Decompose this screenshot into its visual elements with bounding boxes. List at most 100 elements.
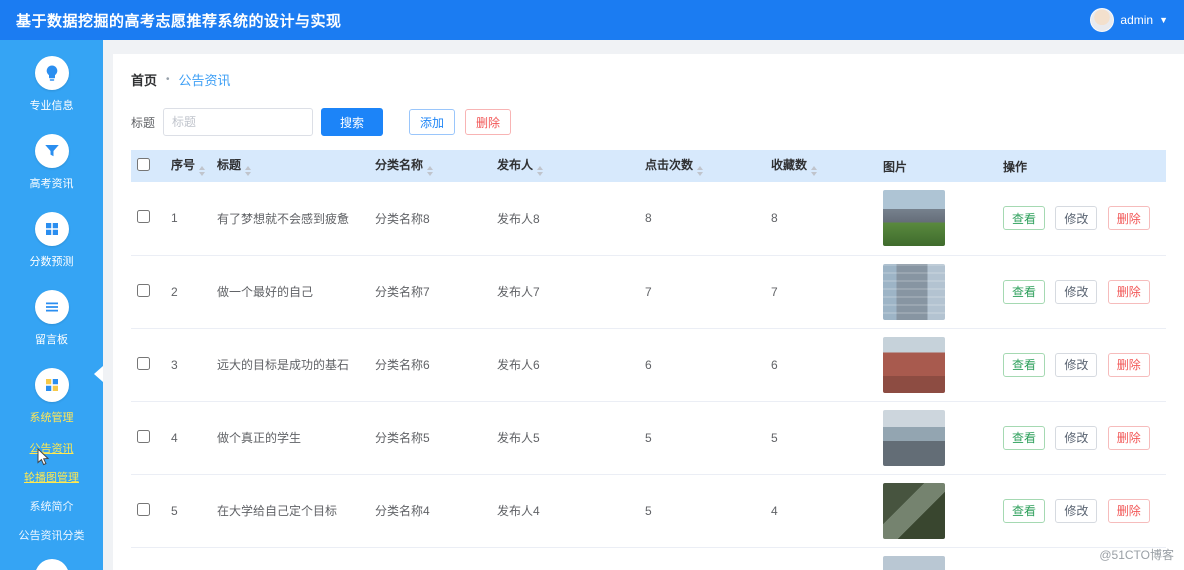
row-publisher: 发布人6 [491, 328, 639, 402]
content-card: 首页 • 公告资讯 标题 搜索 添加 删除 [113, 54, 1184, 570]
sidebar-item-message-board[interactable]: 留言板 [34, 290, 69, 347]
row-favorites: 4 [765, 474, 877, 548]
delete-selected-button[interactable]: 删除 [465, 109, 512, 135]
sort-icon[interactable] [811, 166, 818, 176]
row-index: 4 [165, 401, 211, 475]
page-title: 基于数据挖掘的高考志愿推荐系统的设计与实现 [16, 12, 342, 30]
row-clicks [639, 547, 765, 570]
announcements-table: 序号 标题 分类名称 发布人 点击次数 收藏数 图片 操作 1 有了梦想就不会感… [131, 150, 1166, 570]
edit-button[interactable]: 修改 [1055, 352, 1098, 377]
sidebar-submenu: 公告资讯 轮播图管理 系统简介 公告资讯分类 [19, 440, 85, 543]
search-button[interactable]: 搜索 [321, 108, 384, 136]
row-clicks: 6 [639, 328, 765, 402]
row-index: 1 [165, 182, 211, 256]
row-delete-button[interactable]: 删除 [1107, 498, 1150, 523]
row-delete-button[interactable]: 删除 [1107, 279, 1150, 304]
column-header-category: 分类名称 [369, 150, 491, 182]
column-header-publisher: 发布人 [491, 150, 639, 182]
row-checkbox[interactable] [137, 356, 150, 370]
row-image [883, 336, 945, 393]
row-clicks: 8 [639, 182, 765, 256]
view-button[interactable]: 查看 [1003, 498, 1046, 523]
user-avatar [1090, 8, 1115, 32]
table-row: 2 做一个最好的自己 分类名称7 发布人7 7 7 查看 修改 删除 [131, 255, 1166, 329]
row-image [883, 190, 945, 247]
add-button[interactable]: 添加 [409, 109, 456, 135]
view-button[interactable]: 查看 [1003, 352, 1046, 377]
view-button[interactable]: 查看 [1003, 279, 1046, 304]
edit-button[interactable]: 修改 [1055, 206, 1098, 231]
row-title [211, 547, 369, 570]
sidebar-item-major-info[interactable]: 专业信息 [30, 56, 74, 113]
sort-icon[interactable] [537, 166, 544, 176]
top-header: 基于数据挖掘的高考志愿推荐系统的设计与实现 admin ▼ [0, 0, 1184, 40]
sidebar-collapse-arrow[interactable] [94, 366, 103, 382]
chevron-down-icon: ▼ [1159, 14, 1168, 25]
table-row: 3 远大的目标是成功的基石 分类名称6 发布人6 6 6 查看 修改 删除 [131, 328, 1166, 402]
row-title: 远大的目标是成功的基石 [211, 328, 369, 402]
sidebar-item-label: 高考资讯 [29, 178, 74, 190]
bulb-icon [34, 56, 69, 90]
sidebar-item-score-predict[interactable]: 分数预测 [30, 212, 74, 269]
column-header-image: 图片 [877, 150, 997, 182]
sidebar-subitem-system-intro[interactable]: 系统简介 [30, 498, 74, 514]
row-checkbox[interactable] [137, 283, 150, 297]
table-row: 5 在大学给自己定个目标 分类名称4 发布人4 5 4 查看 修改 删除 [131, 474, 1166, 548]
sidebar-subitem-carousel[interactable]: 轮播图管理 [24, 469, 79, 485]
row-checkbox[interactable] [137, 502, 150, 516]
row-favorites: 7 [765, 255, 877, 329]
row-publisher [491, 547, 639, 570]
sidebar-item-system-manage[interactable]: 系统管理 [30, 368, 74, 425]
row-index [165, 547, 211, 570]
sidebar-item-label: 留言板 [35, 334, 68, 346]
row-clicks: 7 [639, 255, 765, 329]
edit-button[interactable]: 修改 [1055, 498, 1098, 523]
view-button[interactable]: 查看 [1003, 206, 1046, 231]
row-delete-button[interactable]: 删除 [1107, 352, 1150, 377]
user-menu[interactable]: admin ▼ [1090, 8, 1168, 32]
sort-icon[interactable] [199, 166, 206, 176]
row-title: 有了梦想就不会感到疲惫 [211, 182, 369, 256]
sidebar-subitem-announcement-category[interactable]: 公告资讯分类 [19, 527, 85, 543]
row-publisher: 发布人5 [491, 401, 639, 475]
row-delete-button[interactable]: 删除 [1107, 206, 1150, 231]
row-title: 做一个最好的自己 [211, 255, 369, 329]
main-content: 首页 • 公告资讯 标题 搜索 添加 删除 [103, 40, 1184, 570]
row-image [883, 409, 945, 466]
sidebar-item-label: 系统管理 [29, 412, 74, 424]
grid-icon [34, 368, 69, 402]
column-header-clicks: 点击次数 [639, 150, 765, 182]
row-index: 2 [165, 255, 211, 329]
row-favorites: 5 [765, 401, 877, 475]
sidebar-item-gaokao-news[interactable]: 高考资讯 [30, 134, 74, 191]
view-button[interactable]: 查看 [1003, 425, 1046, 450]
row-category: 分类名称5 [369, 401, 491, 475]
breadcrumb-home[interactable]: 首页 [131, 70, 157, 89]
row-category: 分类名称6 [369, 328, 491, 402]
row-checkbox[interactable] [137, 429, 150, 443]
edit-button[interactable]: 修改 [1055, 279, 1098, 304]
row-image [883, 263, 945, 320]
edit-button[interactable]: 修改 [1055, 425, 1098, 450]
sidebar-item-label: 分数预测 [29, 256, 74, 268]
column-header-favorites: 收藏数 [765, 150, 877, 182]
row-image [883, 555, 945, 570]
breadcrumb-current[interactable]: 公告资讯 [179, 70, 231, 89]
row-publisher: 发布人4 [491, 474, 639, 548]
watermark: @51CTO博客 [1099, 548, 1174, 562]
sort-icon[interactable] [245, 166, 252, 176]
row-title: 在大学给自己定个目标 [211, 474, 369, 548]
sidebar-item-personal-center[interactable]: 个人中心 [30, 559, 74, 570]
table-header-row: 序号 标题 分类名称 发布人 点击次数 收藏数 图片 操作 [131, 150, 1166, 182]
table-row: 4 做个真正的学生 分类名称5 发布人5 5 5 查看 修改 删除 [131, 401, 1166, 475]
row-favorites: 8 [765, 182, 877, 256]
row-delete-button[interactable]: 删除 [1107, 425, 1150, 450]
sort-icon[interactable] [427, 166, 434, 176]
row-category: 分类名称8 [369, 182, 491, 256]
row-image [883, 482, 945, 539]
sort-icon[interactable] [697, 166, 704, 176]
title-filter-input[interactable] [163, 108, 314, 136]
row-checkbox[interactable] [137, 210, 150, 224]
select-all-checkbox[interactable] [137, 158, 150, 171]
breadcrumb-separator: • [166, 73, 170, 85]
